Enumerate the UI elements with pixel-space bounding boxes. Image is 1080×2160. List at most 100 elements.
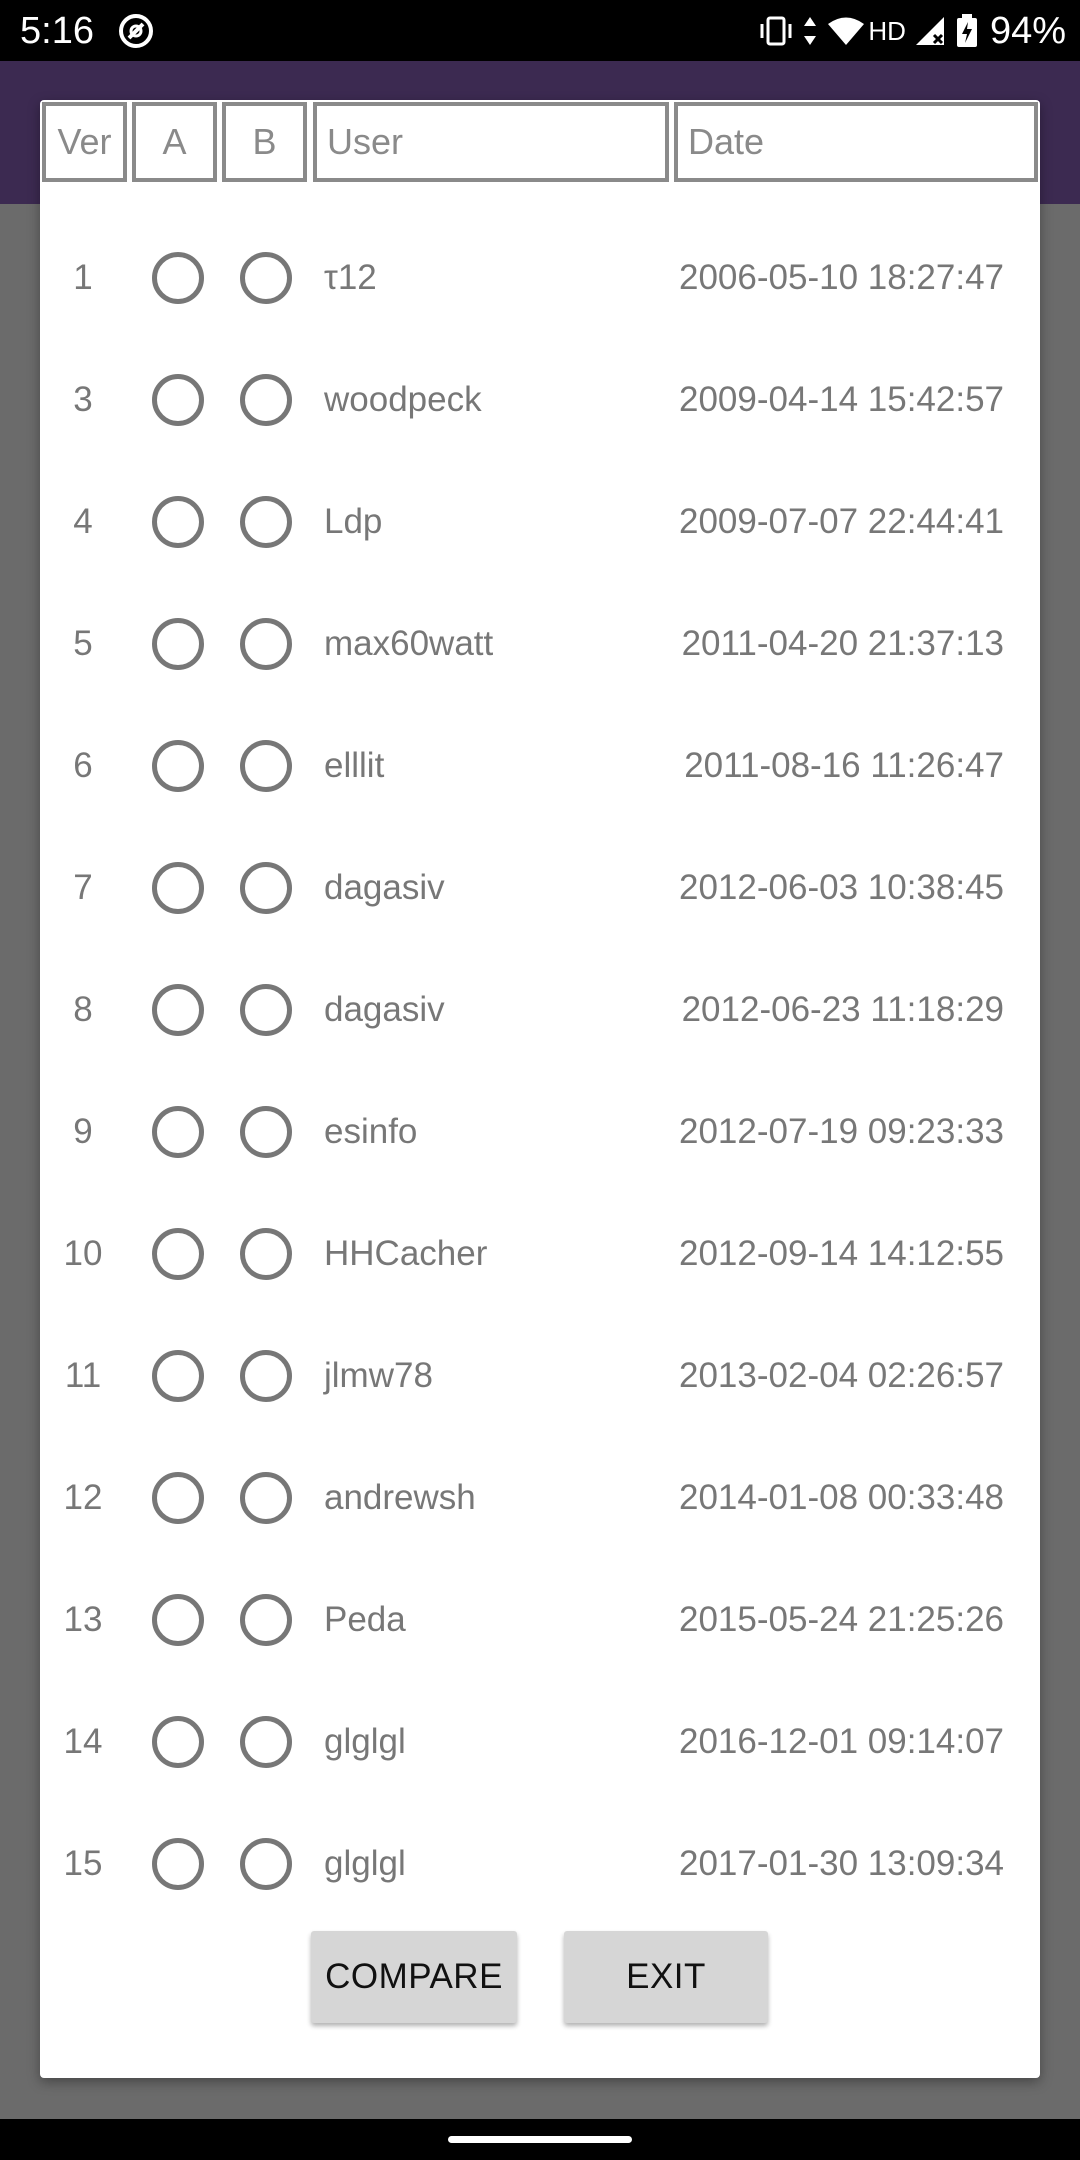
radio-b[interactable] — [240, 1106, 292, 1158]
version-number: 14 — [63, 1722, 103, 1761]
version-date: 2017-01-30 13:09:34 — [679, 1844, 1004, 1883]
radio-a[interactable] — [152, 618, 204, 670]
version-date: 2011-04-20 21:37:13 — [681, 624, 1004, 663]
table-row: 4 Ldp 2009-07-07 22:44:41 — [40, 488, 1040, 610]
user-name: glglgl — [324, 1844, 406, 1883]
version-date: 2006-05-10 18:27:47 — [679, 258, 1004, 297]
header-a: A — [132, 102, 217, 182]
version-number: 8 — [73, 990, 93, 1029]
compare-button[interactable]: COMPARE — [311, 1931, 517, 2023]
user-name: dagasiv — [324, 990, 445, 1029]
app-notification-icon — [119, 14, 153, 48]
radio-b[interactable] — [240, 862, 292, 914]
user-name: Peda — [324, 1600, 406, 1639]
radio-b[interactable] — [240, 1716, 292, 1768]
user-name: τ12 — [324, 258, 377, 297]
radio-a[interactable] — [152, 984, 204, 1036]
radio-b[interactable] — [240, 1228, 292, 1280]
user-name: andrewsh — [324, 1478, 476, 1517]
table-row: 13 Peda 2015-05-24 21:25:26 — [40, 1586, 1040, 1708]
version-number: 12 — [63, 1478, 103, 1517]
version-number: 4 — [73, 502, 93, 541]
user-name: glglgl — [324, 1722, 406, 1761]
radio-b[interactable] — [240, 1838, 292, 1890]
table-row: 15 glglgl 2017-01-30 13:09:34 — [40, 1830, 1040, 1952]
table-row: 5 max60watt 2011-04-20 21:37:13 — [40, 610, 1040, 732]
version-number: 11 — [64, 1356, 102, 1395]
radio-a[interactable] — [152, 1472, 204, 1524]
version-number: 1 — [73, 258, 93, 297]
radio-b[interactable] — [240, 252, 292, 304]
version-date: 2013-02-04 02:26:57 — [679, 1356, 1004, 1395]
radio-b[interactable] — [240, 740, 292, 792]
radio-b[interactable] — [240, 1594, 292, 1646]
radio-a[interactable] — [152, 496, 204, 548]
table-row: 1 τ12 2006-05-10 18:27:47 — [40, 244, 1040, 366]
version-date: 2015-05-24 21:25:26 — [679, 1600, 1004, 1639]
status-icons: HD 94% — [758, 8, 1066, 54]
version-compare-dialog: Ver A B User Date 1 τ12 2006-05-10 18:27:4… — [40, 100, 1040, 2078]
radio-b[interactable] — [240, 1350, 292, 1402]
user-name: esinfo — [324, 1112, 418, 1151]
version-number: 10 — [63, 1234, 103, 1273]
radio-a[interactable] — [152, 1716, 204, 1768]
radio-a[interactable] — [152, 862, 204, 914]
user-name: dagasiv — [324, 868, 445, 907]
table-row: 8 dagasiv 2012-06-23 11:18:29 — [40, 976, 1040, 1098]
version-date: 2012-06-23 11:18:29 — [681, 990, 1004, 1029]
home-gesture-handle[interactable] — [448, 2136, 632, 2143]
version-date: 2011-08-16 11:26:47 — [684, 746, 1004, 785]
version-number: 7 — [73, 868, 93, 907]
header-b: B — [222, 102, 307, 182]
version-date: 2012-09-14 14:12:55 — [679, 1234, 1004, 1273]
vibrate-icon — [760, 16, 792, 46]
radio-b[interactable] — [240, 618, 292, 670]
signal-icon — [915, 17, 944, 45]
radio-b[interactable] — [240, 374, 292, 426]
status-bar: 5:16 HD 94% — [0, 0, 1080, 61]
user-name: Ldp — [324, 502, 383, 541]
table-row: 12 andrewsh 2014-01-08 00:33:48 — [40, 1464, 1040, 1586]
version-date: 2009-04-14 15:42:57 — [679, 380, 1004, 419]
header-user: User — [313, 102, 669, 182]
battery-percent: 94% — [989, 10, 1066, 52]
radio-a[interactable] — [152, 374, 204, 426]
radio-b[interactable] — [240, 1472, 292, 1524]
version-number: 15 — [63, 1844, 103, 1883]
table-row: 14 glglgl 2016-12-01 09:14:07 — [40, 1708, 1040, 1830]
version-date: 2014-01-08 00:33:48 — [679, 1478, 1004, 1517]
network-type-label: HD — [868, 16, 906, 46]
table-row: 11 jlmw78 2013-02-04 02:26:57 — [40, 1342, 1040, 1464]
version-number: 5 — [73, 624, 93, 663]
table-row: 10 HHCacher 2012-09-14 14:12:55 — [40, 1220, 1040, 1342]
header-ver: Ver — [42, 102, 127, 182]
version-number: 13 — [63, 1600, 103, 1639]
table-row: 3 woodpeck 2009-04-14 15:42:57 — [40, 366, 1040, 488]
table-header: Ver A B User Date — [40, 100, 1040, 188]
radio-a[interactable] — [152, 1106, 204, 1158]
version-date: 2012-06-03 10:38:45 — [679, 868, 1004, 907]
radio-a[interactable] — [152, 740, 204, 792]
table-row: 7 dagasiv 2012-06-03 10:38:45 — [40, 854, 1040, 976]
user-name: woodpeck — [324, 380, 482, 419]
user-name: max60watt — [324, 624, 494, 663]
radio-a[interactable] — [152, 1228, 204, 1280]
version-date: 2009-07-07 22:44:41 — [679, 502, 1004, 541]
version-list: 1 τ12 2006-05-10 18:27:47 3 woodpeck 2009-04-… — [40, 244, 1040, 1952]
user-name: jlmw78 — [324, 1356, 433, 1395]
wifi-icon — [828, 17, 865, 45]
header-date: Date — [674, 102, 1038, 182]
radio-a[interactable] — [152, 1838, 204, 1890]
radio-b[interactable] — [240, 984, 292, 1036]
exit-button[interactable]: EXIT — [564, 1931, 768, 2023]
version-number: 6 — [73, 746, 93, 785]
radio-a[interactable] — [152, 1350, 204, 1402]
status-time: 5:16 — [20, 10, 94, 52]
battery-charging-icon — [956, 14, 977, 47]
version-date: 2016-12-01 09:14:07 — [679, 1722, 1004, 1761]
radio-b[interactable] — [240, 496, 292, 548]
version-number: 3 — [73, 380, 93, 419]
radio-a[interactable] — [152, 252, 204, 304]
user-name: elllit — [324, 746, 385, 785]
radio-a[interactable] — [152, 1594, 204, 1646]
